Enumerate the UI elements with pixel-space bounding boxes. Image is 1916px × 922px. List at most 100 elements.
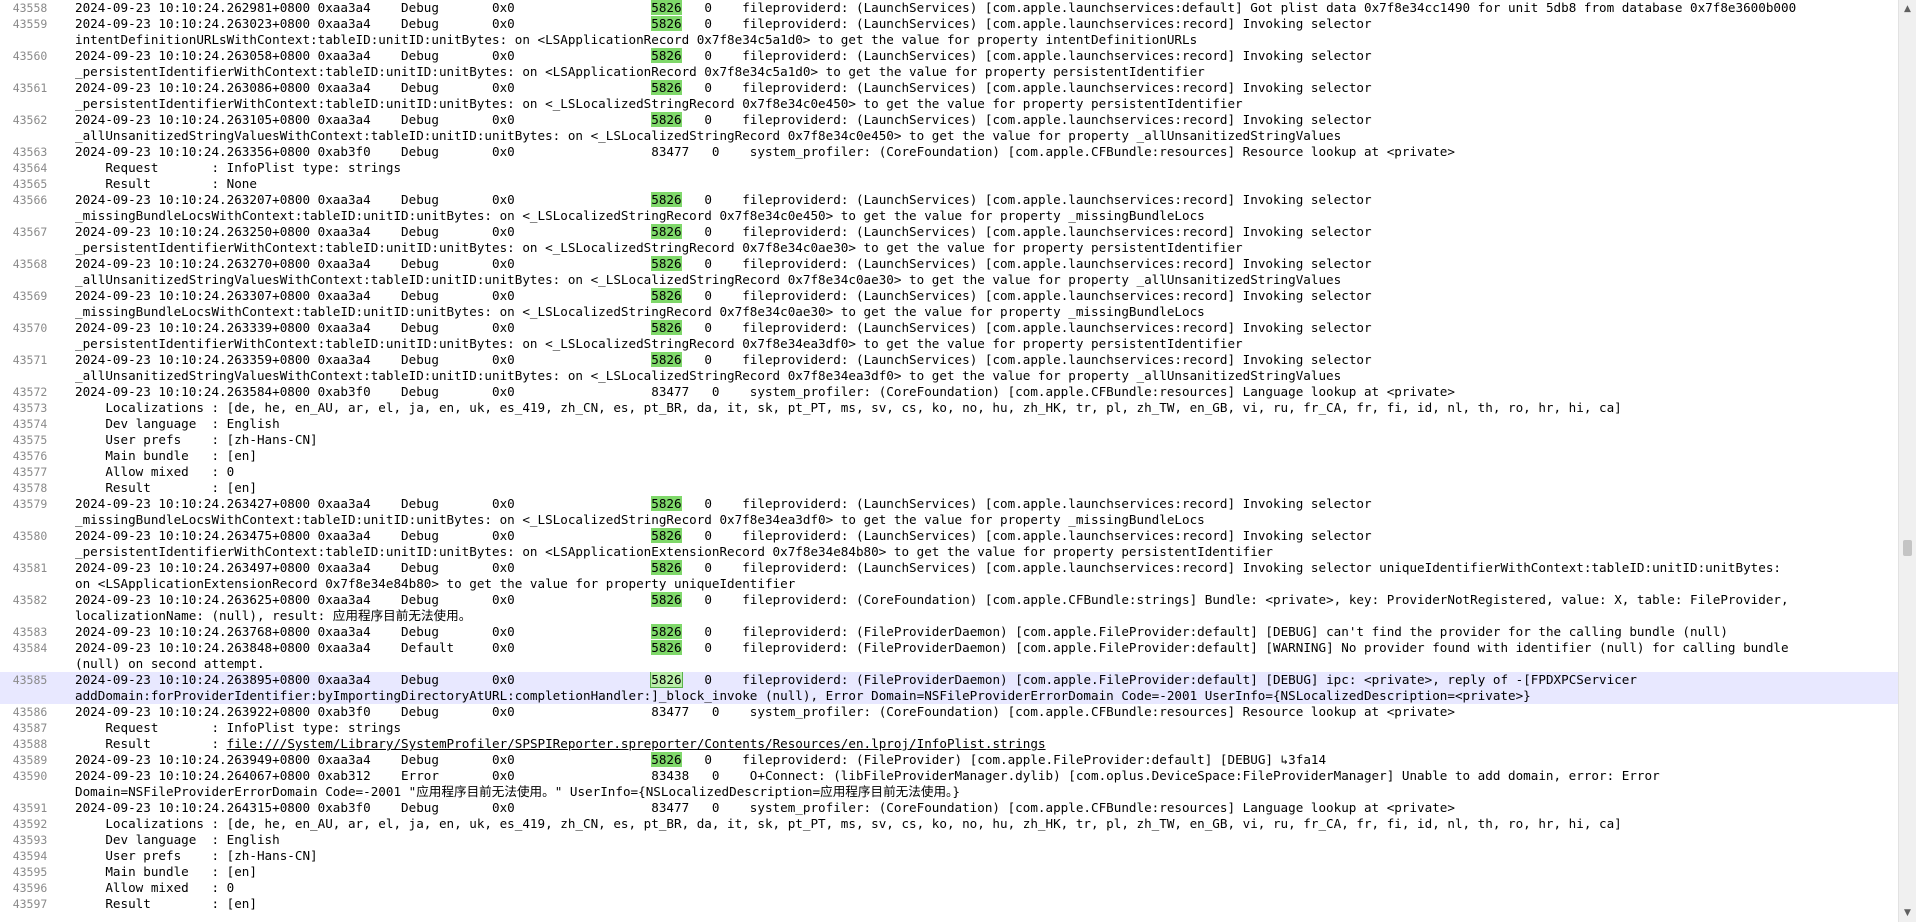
log-line[interactable]: 43560 2024-09-23 10:10:24.263058+0800 0xa…	[0, 48, 1898, 64]
log-line[interactable]: 43564 Request : InfoPlist type: strings	[0, 160, 1898, 176]
log-text: Dev language : English	[75, 832, 1898, 848]
line-number: 43568	[12, 257, 48, 271]
log-line[interactable]: 43582 2024-09-23 10:10:24.263625+0800 0xa…	[0, 592, 1898, 608]
log-line[interactable]: 43580 2024-09-23 10:10:24.263475+0800 0xa…	[0, 528, 1898, 544]
log-line[interactable]: 43596 Allow mixed : 0	[0, 880, 1898, 896]
pid-highlight: 5826	[651, 224, 682, 239]
log-line[interactable]: 43588 Result : file:///System/Library/Sy…	[0, 736, 1898, 752]
log-line-continuation[interactable]: intentDefinitionURLsWithContext:tableID:…	[0, 32, 1898, 48]
log-line[interactable]: 43575 User prefs : [zh-Hans-CN]	[0, 432, 1898, 448]
line-number: 43577	[12, 465, 48, 479]
log-line[interactable]: 43579 2024-09-23 10:10:24.263427+0800 0xa…	[0, 496, 1898, 512]
log-line[interactable]: 43583 2024-09-23 10:10:24.263768+0800 0xa…	[0, 624, 1898, 640]
log-segment: 2024-09-23 10:10:24.263270+0800 0xaa3a4 …	[75, 256, 652, 271]
scroll-up-icon[interactable]: ▲	[1899, 2, 1916, 16]
log-segment: 0 fileproviderd: (LaunchServices) [com.a…	[681, 224, 1372, 239]
log-text: _allUnsanitizedStringValuesWithContext:t…	[75, 128, 1898, 144]
log-text: 2024-09-23 10:10:24.262981+0800 0xaa3a4 …	[75, 0, 1898, 16]
log-segment: User prefs : [zh-Hans-CN]	[75, 432, 318, 447]
log-line[interactable]: 43572 2024-09-23 10:10:24.263584+0800 0xa…	[0, 384, 1898, 400]
log-line-continuation[interactable]: localizationName: (null), result: 应用程序目前…	[0, 608, 1898, 624]
log-line[interactable]: 43586 2024-09-23 10:10:24.263922+0800 0xa…	[0, 704, 1898, 720]
log-line-continuation[interactable]: _missingBundleLocsWithContext:tableID:un…	[0, 512, 1898, 528]
log-segment: Request : InfoPlist type: strings	[75, 160, 402, 175]
log-line-continuation[interactable]: _persistentIdentifierWithContext:tableID…	[0, 240, 1898, 256]
log-line[interactable]: 43570 2024-09-23 10:10:24.263339+0800 0xa…	[0, 320, 1898, 336]
pid-highlight: 5826	[651, 192, 682, 207]
log-segment: intentDefinitionURLsWithContext:tableID:…	[75, 32, 1198, 47]
log-line[interactable]: 43567 2024-09-23 10:10:24.263250+0800 0xa…	[0, 224, 1898, 240]
log-segment: Result :	[75, 736, 227, 751]
log-line-continuation[interactable]: Domain=NSFileProviderErrorDomain Code=-2…	[0, 784, 1898, 800]
log-text: Result : file:///System/Library/SystemPr…	[75, 736, 1898, 752]
log-line-continuation[interactable]: _persistentIdentifierWithContext:tableID…	[0, 96, 1898, 112]
log-segment: 0 fileproviderd: (FileProviderDaemon) [c…	[681, 672, 1637, 687]
log-line[interactable]: 43594 User prefs : [zh-Hans-CN]	[0, 848, 1898, 864]
log-line[interactable]: 43578 Result : [en]	[0, 480, 1898, 496]
log-segment: 0 fileproviderd: (LaunchServices) [com.a…	[681, 352, 1372, 367]
log-line[interactable]: 43584 2024-09-23 10:10:24.263848+0800 0xa…	[0, 640, 1898, 656]
log-line[interactable]: 43592 Localizations : [de, he, en_AU, ar…	[0, 816, 1898, 832]
log-text: 2024-09-23 10:10:24.263359+0800 0xaa3a4 …	[75, 352, 1898, 368]
log-segment: 2024-09-23 10:10:24.262981+0800 0xaa3a4 …	[75, 0, 652, 15]
log-line[interactable]: 43585 2024-09-23 10:10:24.263895+0800 0xa…	[0, 672, 1898, 688]
log-line[interactable]: 43571 2024-09-23 10:10:24.263359+0800 0xa…	[0, 352, 1898, 368]
log-line-continuation[interactable]: _missingBundleLocsWithContext:tableID:un…	[0, 208, 1898, 224]
log-text: 2024-09-23 10:10:24.263922+0800 0xab3f0 …	[75, 704, 1898, 720]
line-number: 43565	[12, 177, 48, 191]
log-line-continuation[interactable]: _persistentIdentifierWithContext:tableID…	[0, 544, 1898, 560]
log-segment: 0 fileproviderd: (CoreFoundation) [com.a…	[681, 592, 1789, 607]
log-line[interactable]: 43591 2024-09-23 10:10:24.264315+0800 0xa…	[0, 800, 1898, 816]
log-text: _allUnsanitizedStringValuesWithContext:t…	[75, 272, 1898, 288]
line-number: 43567	[12, 225, 48, 239]
scrollbar-thumb[interactable]	[1903, 540, 1912, 556]
log-text: _persistentIdentifierWithContext:tableID…	[75, 96, 1898, 112]
log-line-continuation[interactable]: addDomain:forProviderIdentifier:byImport…	[0, 688, 1898, 704]
log-line[interactable]: 43558 2024-09-23 10:10:24.262981+0800 0xa…	[0, 0, 1898, 16]
scroll-down-icon[interactable]: ▼	[1899, 906, 1916, 920]
log-line[interactable]: 43581 2024-09-23 10:10:24.263497+0800 0xa…	[0, 560, 1898, 576]
log-line[interactable]: 43589 2024-09-23 10:10:24.263949+0800 0xa…	[0, 752, 1898, 768]
log-line[interactable]: 43587 Request : InfoPlist type: strings	[0, 720, 1898, 736]
log-line[interactable]: 43565 Result : None	[0, 176, 1898, 192]
log-text: _allUnsanitizedStringValuesWithContext:t…	[75, 368, 1898, 384]
log-line-continuation[interactable]: _persistentIdentifierWithContext:tableID…	[0, 336, 1898, 352]
log-line-continuation[interactable]: (null) on second attempt.	[0, 656, 1898, 672]
log-line-continuation[interactable]: _missingBundleLocsWithContext:tableID:un…	[0, 304, 1898, 320]
file-path-link[interactable]: file:///System/Library/SystemProfiler/SP…	[227, 736, 1046, 751]
log-line-continuation[interactable]: _persistentIdentifierWithContext:tableID…	[0, 64, 1898, 80]
log-line[interactable]: 43597 Result : [en]	[0, 896, 1898, 912]
log-line[interactable]: 43568 2024-09-23 10:10:24.263270+0800 0xa…	[0, 256, 1898, 272]
log-line[interactable]: 43566 2024-09-23 10:10:24.263207+0800 0xa…	[0, 192, 1898, 208]
log-line[interactable]: 43569 2024-09-23 10:10:24.263307+0800 0xa…	[0, 288, 1898, 304]
line-number: 43596	[12, 881, 48, 895]
line-number: 43583	[12, 625, 48, 639]
log-segment: 2024-09-23 10:10:24.263307+0800 0xaa3a4 …	[75, 288, 652, 303]
log-line[interactable]: 43562 2024-09-23 10:10:24.263105+0800 0xa…	[0, 112, 1898, 128]
log-text: _persistentIdentifierWithContext:tableID…	[75, 240, 1898, 256]
log-line[interactable]: 43590 2024-09-23 10:10:24.264067+0800 0xa…	[0, 768, 1898, 784]
log-line[interactable]: 43595 Main bundle : [en]	[0, 864, 1898, 880]
log-line[interactable]: 43561 2024-09-23 10:10:24.263086+0800 0xa…	[0, 80, 1898, 96]
log-line[interactable]: 43563 2024-09-23 10:10:24.263356+0800 0xa…	[0, 144, 1898, 160]
log-line-continuation[interactable]: on <LSApplicationExtensionRecord 0x7f8e3…	[0, 576, 1898, 592]
log-text: User prefs : [zh-Hans-CN]	[75, 848, 1898, 864]
log-text: 2024-09-23 10:10:24.263895+0800 0xaa3a4 …	[75, 672, 1898, 688]
log-segment: _persistentIdentifierWithContext:tableID…	[75, 96, 1243, 111]
log-text: _persistentIdentifierWithContext:tableID…	[75, 336, 1898, 352]
pid-highlight: 5826	[651, 592, 682, 607]
log-line-continuation[interactable]: _allUnsanitizedStringValuesWithContext:t…	[0, 368, 1898, 384]
log-line[interactable]: 43559 2024-09-23 10:10:24.263023+0800 0xa…	[0, 16, 1898, 32]
vertical-scrollbar[interactable]: ▲ ▼	[1898, 0, 1916, 922]
log-line[interactable]: 43573 Localizations : [de, he, en_AU, ar…	[0, 400, 1898, 416]
log-text: Allow mixed : 0	[75, 464, 1898, 480]
log-line[interactable]: 43577 Allow mixed : 0	[0, 464, 1898, 480]
log-editor[interactable]: 43558 2024-09-23 10:10:24.262981+0800 0xa…	[0, 0, 1898, 922]
log-text: (null) on second attempt.	[75, 656, 1898, 672]
log-line[interactable]: 43593 Dev language : English	[0, 832, 1898, 848]
log-line-continuation[interactable]: _allUnsanitizedStringValuesWithContext:t…	[0, 272, 1898, 288]
log-line[interactable]: 43574 Dev language : English	[0, 416, 1898, 432]
log-line-continuation[interactable]: _allUnsanitizedStringValuesWithContext:t…	[0, 128, 1898, 144]
log-segment: 0 fileproviderd: (LaunchServices) [com.a…	[681, 48, 1372, 63]
log-line[interactable]: 43576 Main bundle : [en]	[0, 448, 1898, 464]
